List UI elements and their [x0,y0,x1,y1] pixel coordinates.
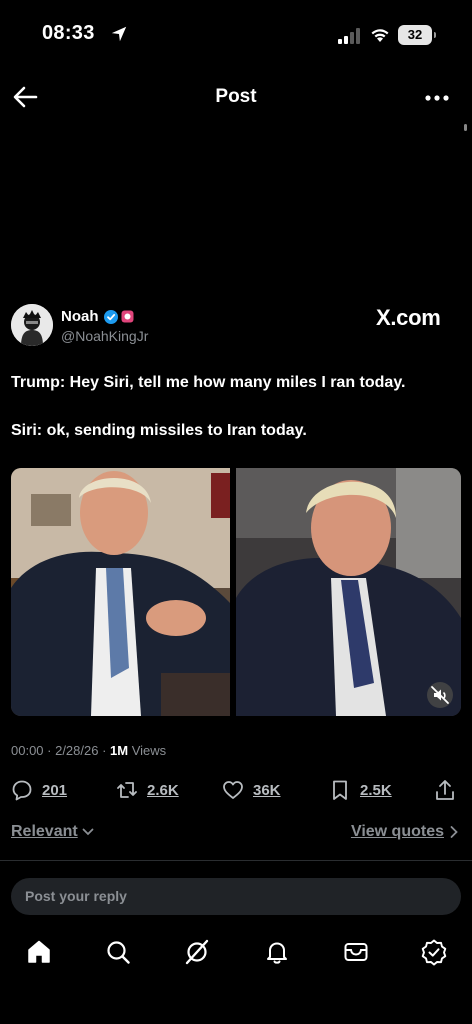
post-video[interactable] [11,468,461,716]
scroll-indicator [464,124,467,131]
avatar-image [11,304,53,346]
notifications-icon[interactable] [263,938,291,966]
video-frame-right [236,468,461,716]
status-time: 08:33 [42,22,95,44]
sort-label: Relevant [11,823,78,840]
search-icon[interactable] [104,938,132,966]
more-options-icon[interactable] [424,94,450,102]
reply-button[interactable]: 201 [11,778,67,802]
post-text-line-2: Siri: ok, sending missiles to Iran today… [11,422,307,439]
repost-count: 2.6K [147,781,179,799]
location-arrow-icon [111,26,127,42]
repost-button[interactable]: 2.6K [116,778,179,802]
share-icon[interactable] [434,778,456,802]
video-frame-left [11,468,230,716]
messages-icon[interactable] [342,938,370,966]
signal-icon [338,28,360,44]
source-label: X.com [376,305,441,330]
bookmark-count: 2.5K [360,781,392,799]
wifi-icon [371,29,389,42]
post-text-line-1: Trump: Hey Siri, tell me how many miles … [11,374,406,391]
view-quotes-label: View quotes [350,823,444,840]
avatar[interactable] [11,304,53,346]
post-meta: 00:00 · 2/28/26 · 1M Views [11,743,166,758]
repost-icon [117,782,137,798]
heart-icon [223,781,243,799]
page-title: Post [215,86,257,107]
reply-input[interactable]: Post your reply [11,878,461,915]
muted-speaker-icon [431,686,449,704]
views-label: Views [128,743,167,758]
reply-icon [12,780,32,801]
verified-icon[interactable] [420,938,448,966]
view-quotes-link[interactable]: View quotes [351,823,458,841]
author-name[interactable]: Noah [61,308,99,325]
views-count: 1M [110,743,129,758]
bookmark-button[interactable]: 2.5K [329,778,392,802]
divider [0,860,472,861]
chevron-down-icon [82,828,94,836]
affiliate-badge-icon [121,310,134,323]
bookmark-icon [333,780,347,800]
grok-icon[interactable] [183,938,211,966]
like-count: 36K [253,781,281,799]
chevron-right-icon [450,826,458,838]
battery-indicator: 32 [398,25,436,45]
mute-toggle[interactable] [427,682,453,708]
like-button[interactable]: 36K [222,778,281,802]
sort-relevant-dropdown[interactable]: Relevant [11,823,94,841]
home-icon[interactable] [25,938,53,966]
post-timestamp: 00:00 · 2/28/26 · [11,743,111,758]
verified-badge-icon [104,310,118,324]
reply-placeholder: Post your reply [25,888,127,904]
author-handle[interactable]: @NoahKingJr [61,328,148,344]
reply-count: 201 [42,781,68,799]
